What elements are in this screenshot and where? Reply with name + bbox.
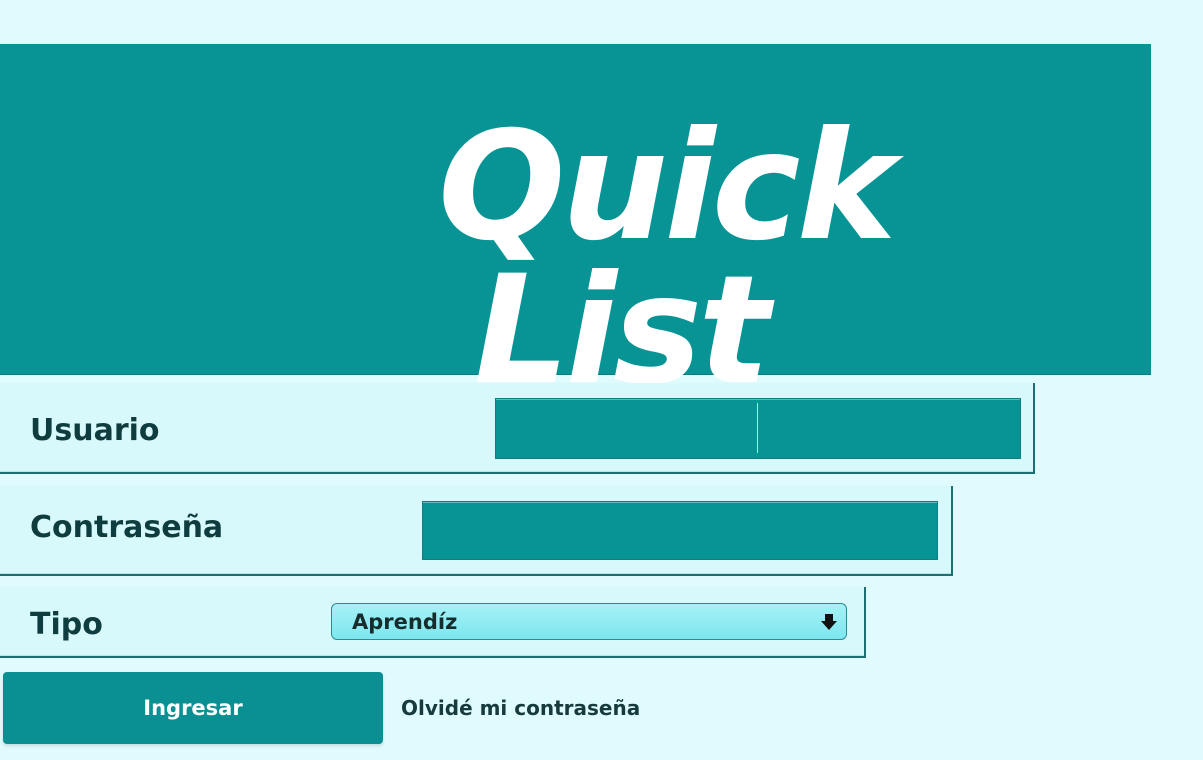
quicklist-logo: Quick List [430, 100, 950, 406]
submit-button[interactable]: Ingresar [3, 672, 383, 744]
password-input[interactable] [422, 501, 938, 560]
password-label: Contraseña [30, 510, 224, 545]
app-header: Quick List [0, 44, 1151, 406]
user-input[interactable] [495, 398, 1021, 459]
user-label: Usuario [30, 413, 160, 448]
down-arrow-icon[interactable] [818, 612, 840, 632]
logo-line-quick: Quick [438, 100, 896, 274]
user-row: Usuario [0, 383, 1035, 474]
type-label: Tipo [30, 607, 103, 642]
type-select[interactable]: Aprendíz [331, 603, 847, 640]
forgot-password-link[interactable]: Olvidé mi contraseña [401, 696, 640, 720]
text-caret [757, 403, 758, 453]
type-select-value: Aprendíz [352, 610, 458, 634]
password-row: Contraseña [0, 486, 953, 576]
